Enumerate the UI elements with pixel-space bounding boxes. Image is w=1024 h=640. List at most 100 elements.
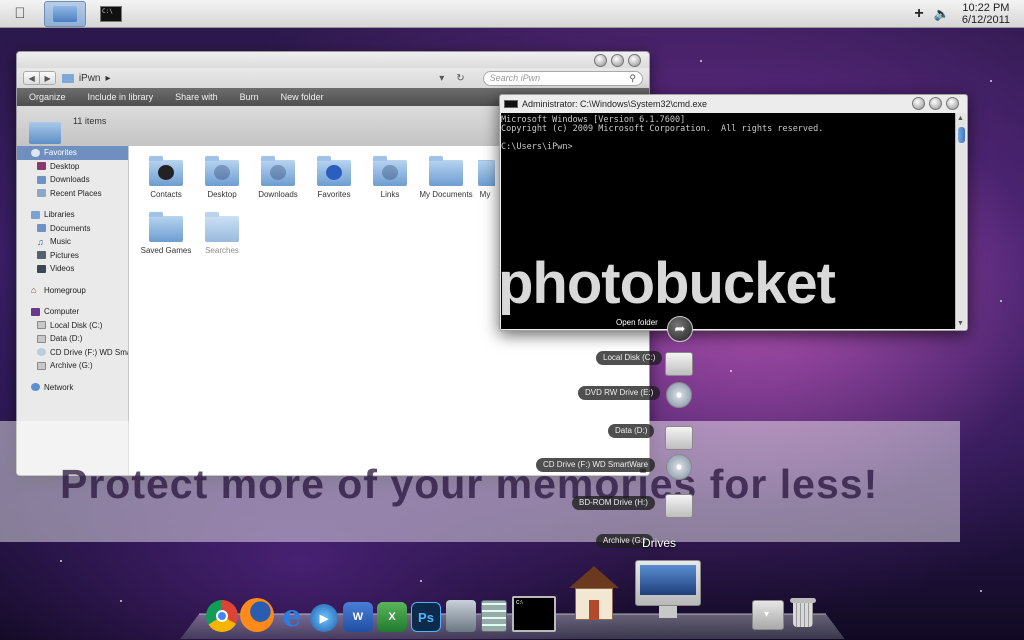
search-input[interactable]: Search iPwn ⚲ bbox=[482, 70, 643, 86]
stack-item-local-disk-c[interactable]: Local Disk (C:) bbox=[596, 351, 663, 365]
links-folder-icon bbox=[373, 156, 407, 186]
stack-icon[interactable] bbox=[752, 600, 784, 630]
item-count: 11 items bbox=[73, 116, 107, 126]
nav-item-pictures[interactable]: Pictures bbox=[17, 249, 128, 263]
photoshop-icon[interactable]: Ps bbox=[411, 602, 441, 632]
minimize-button[interactable] bbox=[912, 97, 925, 110]
burn-button[interactable]: Burn bbox=[240, 92, 259, 102]
hard-drive-icon[interactable] bbox=[665, 352, 693, 376]
media-player-icon[interactable]: ▶ bbox=[310, 604, 338, 632]
nav-item-documents[interactable]: Documents bbox=[17, 222, 128, 236]
nav-favorites[interactable]: Favorites bbox=[17, 146, 128, 160]
maximize-button[interactable] bbox=[929, 97, 942, 110]
taskbar-libraries-button[interactable] bbox=[44, 0, 86, 27]
bd-drive-icon[interactable] bbox=[665, 494, 693, 518]
nav-item-archive-g[interactable]: Archive (G:) bbox=[17, 359, 128, 373]
computer-icon[interactable] bbox=[635, 560, 701, 620]
plus-icon[interactable]: + bbox=[914, 5, 923, 23]
nav-computer[interactable]: Computer bbox=[17, 305, 128, 319]
new-folder-button[interactable]: New folder bbox=[281, 92, 324, 102]
close-button[interactable] bbox=[946, 97, 959, 110]
word-icon[interactable]: W bbox=[343, 602, 373, 632]
nav-item-local-disk-c[interactable]: Local Disk (C:) bbox=[17, 319, 128, 333]
cd-drive-icon[interactable] bbox=[666, 454, 692, 480]
nav-item-desktop[interactable]: Desktop bbox=[17, 160, 128, 174]
scroll-down-icon[interactable]: ▼ bbox=[957, 320, 964, 327]
folder-label: Searches bbox=[205, 246, 239, 255]
documents-folder-icon bbox=[429, 156, 463, 186]
folder-searches[interactable]: Searches bbox=[195, 212, 249, 255]
nav-libraries[interactable]: Libraries bbox=[17, 208, 128, 222]
nav-item-recent-places[interactable]: Recent Places bbox=[17, 187, 128, 201]
nav-item-label: CD Drive (F:) WD SmartWare bbox=[50, 347, 128, 357]
address-bar: ◀ ▶ iPwn ▸ ▾ ↻ Search iPwn ⚲ bbox=[17, 68, 649, 88]
hard-drive-icon[interactable] bbox=[665, 426, 693, 450]
searches-folder-icon bbox=[205, 212, 239, 242]
scroll-up-icon[interactable]: ▲ bbox=[957, 115, 964, 122]
stack-item-bd-rom-h[interactable]: BD-ROM Drive (H:) bbox=[572, 496, 655, 510]
chevron-right-icon[interactable]: ▸ bbox=[106, 73, 111, 84]
maximize-button[interactable] bbox=[611, 54, 624, 67]
explorer-titlebar[interactable] bbox=[17, 52, 649, 68]
internet-explorer-icon[interactable]: e bbox=[276, 599, 308, 634]
calculator-icon[interactable] bbox=[481, 600, 507, 632]
excel-icon[interactable]: X bbox=[377, 602, 407, 632]
clock[interactable]: 10:22 PM 6/12/2011 bbox=[962, 2, 1010, 26]
folder-desktop[interactable]: Desktop bbox=[195, 156, 249, 199]
folder-contacts[interactable]: Contacts bbox=[139, 156, 193, 199]
volume-icon[interactable]: 🔈 bbox=[934, 6, 950, 22]
open-folder-label[interactable]: Open folder bbox=[609, 316, 665, 330]
folder-label: Favorites bbox=[317, 190, 351, 199]
downloads-folder-icon bbox=[261, 156, 295, 186]
folder-downloads[interactable]: Downloads bbox=[251, 156, 305, 199]
console-prompt: C:\Users\iPwn> bbox=[501, 142, 573, 152]
share-with-button[interactable]: Share with bbox=[175, 92, 218, 102]
folder-links[interactable]: Links bbox=[363, 156, 417, 199]
vertical-scrollbar[interactable]: ▲ ▼ bbox=[955, 113, 966, 329]
nav-item-cd-drive-f[interactable]: CD Drive (F:) WD SmartWare bbox=[17, 346, 128, 360]
command-prompt-icon[interactable]: C:\ bbox=[512, 596, 556, 632]
nav-item-music[interactable]: ♫ Music bbox=[17, 235, 128, 249]
breadcrumb-location[interactable]: iPwn bbox=[79, 73, 101, 84]
nav-item-downloads[interactable]: Downloads bbox=[17, 173, 128, 187]
chevron-down-icon[interactable]: ▾ bbox=[439, 73, 444, 84]
nav-item-label: Recent Places bbox=[50, 188, 102, 198]
scroll-thumb[interactable] bbox=[958, 127, 965, 143]
folder-saved-games[interactable]: Saved Games bbox=[139, 212, 193, 255]
close-button[interactable] bbox=[628, 54, 641, 67]
dvd-drive-icon[interactable] bbox=[666, 382, 692, 408]
apple-icon[interactable]:  bbox=[0, 0, 40, 28]
nav-item-label: Archive (G:) bbox=[50, 361, 93, 371]
folder-my-documents[interactable]: My Documents bbox=[419, 156, 473, 199]
include-in-library-button[interactable]: Include in library bbox=[88, 92, 154, 102]
nav-item-videos[interactable]: Videos bbox=[17, 262, 128, 276]
organize-button[interactable]: Organize bbox=[29, 92, 66, 102]
nav-item-data-d[interactable]: Data (D:) bbox=[17, 332, 128, 346]
folder-my[interactable]: My bbox=[475, 160, 495, 199]
cd-drive-icon bbox=[37, 348, 46, 357]
cmd-titlebar[interactable]: Administrator: C:\Windows\System32\cmd.e… bbox=[500, 95, 967, 113]
folder-favorites[interactable]: Favorites bbox=[307, 156, 361, 199]
breadcrumb[interactable]: iPwn ▸ bbox=[61, 73, 389, 84]
trash-icon[interactable] bbox=[790, 598, 816, 628]
home-folder-icon[interactable] bbox=[569, 566, 619, 620]
taskbar-cmd-button[interactable]: C:\ bbox=[90, 1, 132, 27]
chrome-icon[interactable] bbox=[206, 600, 238, 632]
nav-homegroup[interactable]: ⌂ Homegroup bbox=[17, 284, 128, 298]
stack-item-data-d[interactable]: Data (D:) bbox=[608, 424, 655, 438]
steam-icon[interactable] bbox=[446, 600, 476, 632]
cmd-icon bbox=[504, 100, 518, 108]
minimize-button[interactable] bbox=[594, 54, 607, 67]
refresh-icon[interactable]: ↻ bbox=[456, 73, 464, 84]
firefox-icon[interactable] bbox=[240, 598, 274, 632]
stack-item-dvd-rw-e[interactable]: DVD RW Drive (E:) bbox=[578, 386, 661, 400]
forward-button[interactable]: ▶ bbox=[39, 72, 55, 84]
stack-item-cd-drive-f[interactable]: CD Drive (F:) WD SmartWare bbox=[536, 458, 656, 472]
folder-label: Links bbox=[380, 190, 400, 199]
search-icon[interactable]: ⚲ bbox=[629, 73, 636, 84]
back-button[interactable]: ◀ bbox=[24, 72, 40, 84]
desktop-icon bbox=[37, 162, 46, 171]
nav-network[interactable]: Network bbox=[17, 381, 128, 395]
open-folder-icon[interactable]: ➦ bbox=[667, 316, 693, 342]
network-icon bbox=[31, 383, 40, 392]
